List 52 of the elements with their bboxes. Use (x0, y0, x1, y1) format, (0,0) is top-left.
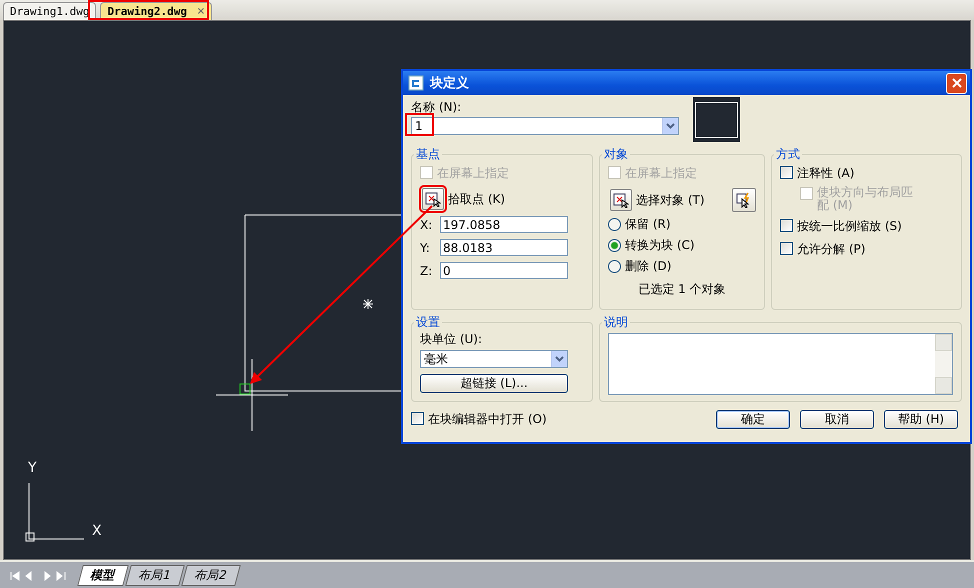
close-icon (952, 78, 962, 88)
group-title: 方式 (775, 146, 801, 163)
dialog-button[interactable]: 取消 (800, 410, 874, 429)
coordinate-label: Z: (420, 264, 434, 278)
group-title: 说明 (603, 314, 629, 331)
coordinate-label: Y: (420, 240, 431, 254)
pick-point-button[interactable] (422, 188, 444, 210)
description-field[interactable] (608, 333, 953, 395)
hyperlink-button[interactable]: 超链接 (L)... (420, 374, 568, 393)
select-objects-label: 选择对象 (T) (636, 192, 705, 208)
group-title: 设置 (415, 314, 441, 331)
pick-point-label: 拾取点 (K) (448, 190, 506, 208)
dialog-button[interactable]: 确定 (716, 410, 790, 429)
cursor-icon (425, 191, 441, 207)
block-preview (693, 97, 740, 142)
axis-label: Y (28, 461, 37, 475)
group-title: 基点 (415, 146, 441, 163)
checkbox[interactable]: 注释性 (A) (780, 165, 953, 182)
unit-combo-box[interactable]: 毫米 (420, 350, 568, 368)
scrollbar[interactable] (935, 334, 952, 394)
highlight-frame (405, 113, 434, 136)
quick-select-button[interactable] (732, 188, 756, 212)
coordinate-label: X: (420, 218, 434, 232)
checkbox[interactable]: 允许分解 (P) (780, 241, 953, 258)
coordinate-field[interactable]: 88.0183 (440, 239, 568, 256)
crosshair-cursor-icon (216, 358, 288, 432)
checkbox[interactable]: 按统一比例缩放 (S) (780, 218, 953, 235)
radio-button[interactable]: 删除 (D) (608, 258, 756, 275)
point-marker-icon (362, 298, 374, 310)
group-title: 对象 (603, 146, 629, 163)
dialog-button[interactable]: 帮助 (H) (884, 410, 958, 429)
app-icon (408, 75, 424, 91)
checkbox[interactable]: 在块编辑器中打开 (O) (411, 411, 547, 428)
name-combo-box[interactable]: 1 (411, 117, 679, 135)
radio-button[interactable]: 转换为块 (C) (608, 237, 756, 254)
radio-button[interactable]: 保留 (R) (608, 216, 756, 233)
name-label: 名称 (N): (411, 99, 462, 116)
cursor-icon (613, 192, 629, 208)
layout-tab[interactable]: 布局1 (125, 565, 184, 586)
axis-label: X (92, 524, 102, 538)
coordinate-field[interactable]: 0 (440, 262, 568, 279)
ucs-axis-icon (26, 482, 84, 542)
unit-label: 块单位 (U): (420, 331, 484, 348)
file-tab[interactable]: Drawing1.dwg (3, 2, 96, 20)
select-objects-button[interactable] (610, 189, 632, 211)
dialog-title: 块定义 (430, 74, 470, 92)
coordinate-field[interactable]: 197.0858 (440, 216, 568, 233)
layout-tab[interactable]: 模型 (77, 565, 129, 586)
lightning-cursor-icon (736, 192, 752, 208)
close-button[interactable] (946, 72, 967, 94)
layout-tab[interactable]: 布局2 (180, 565, 240, 586)
selection-status: 已选定 1 个对象 (637, 281, 727, 298)
